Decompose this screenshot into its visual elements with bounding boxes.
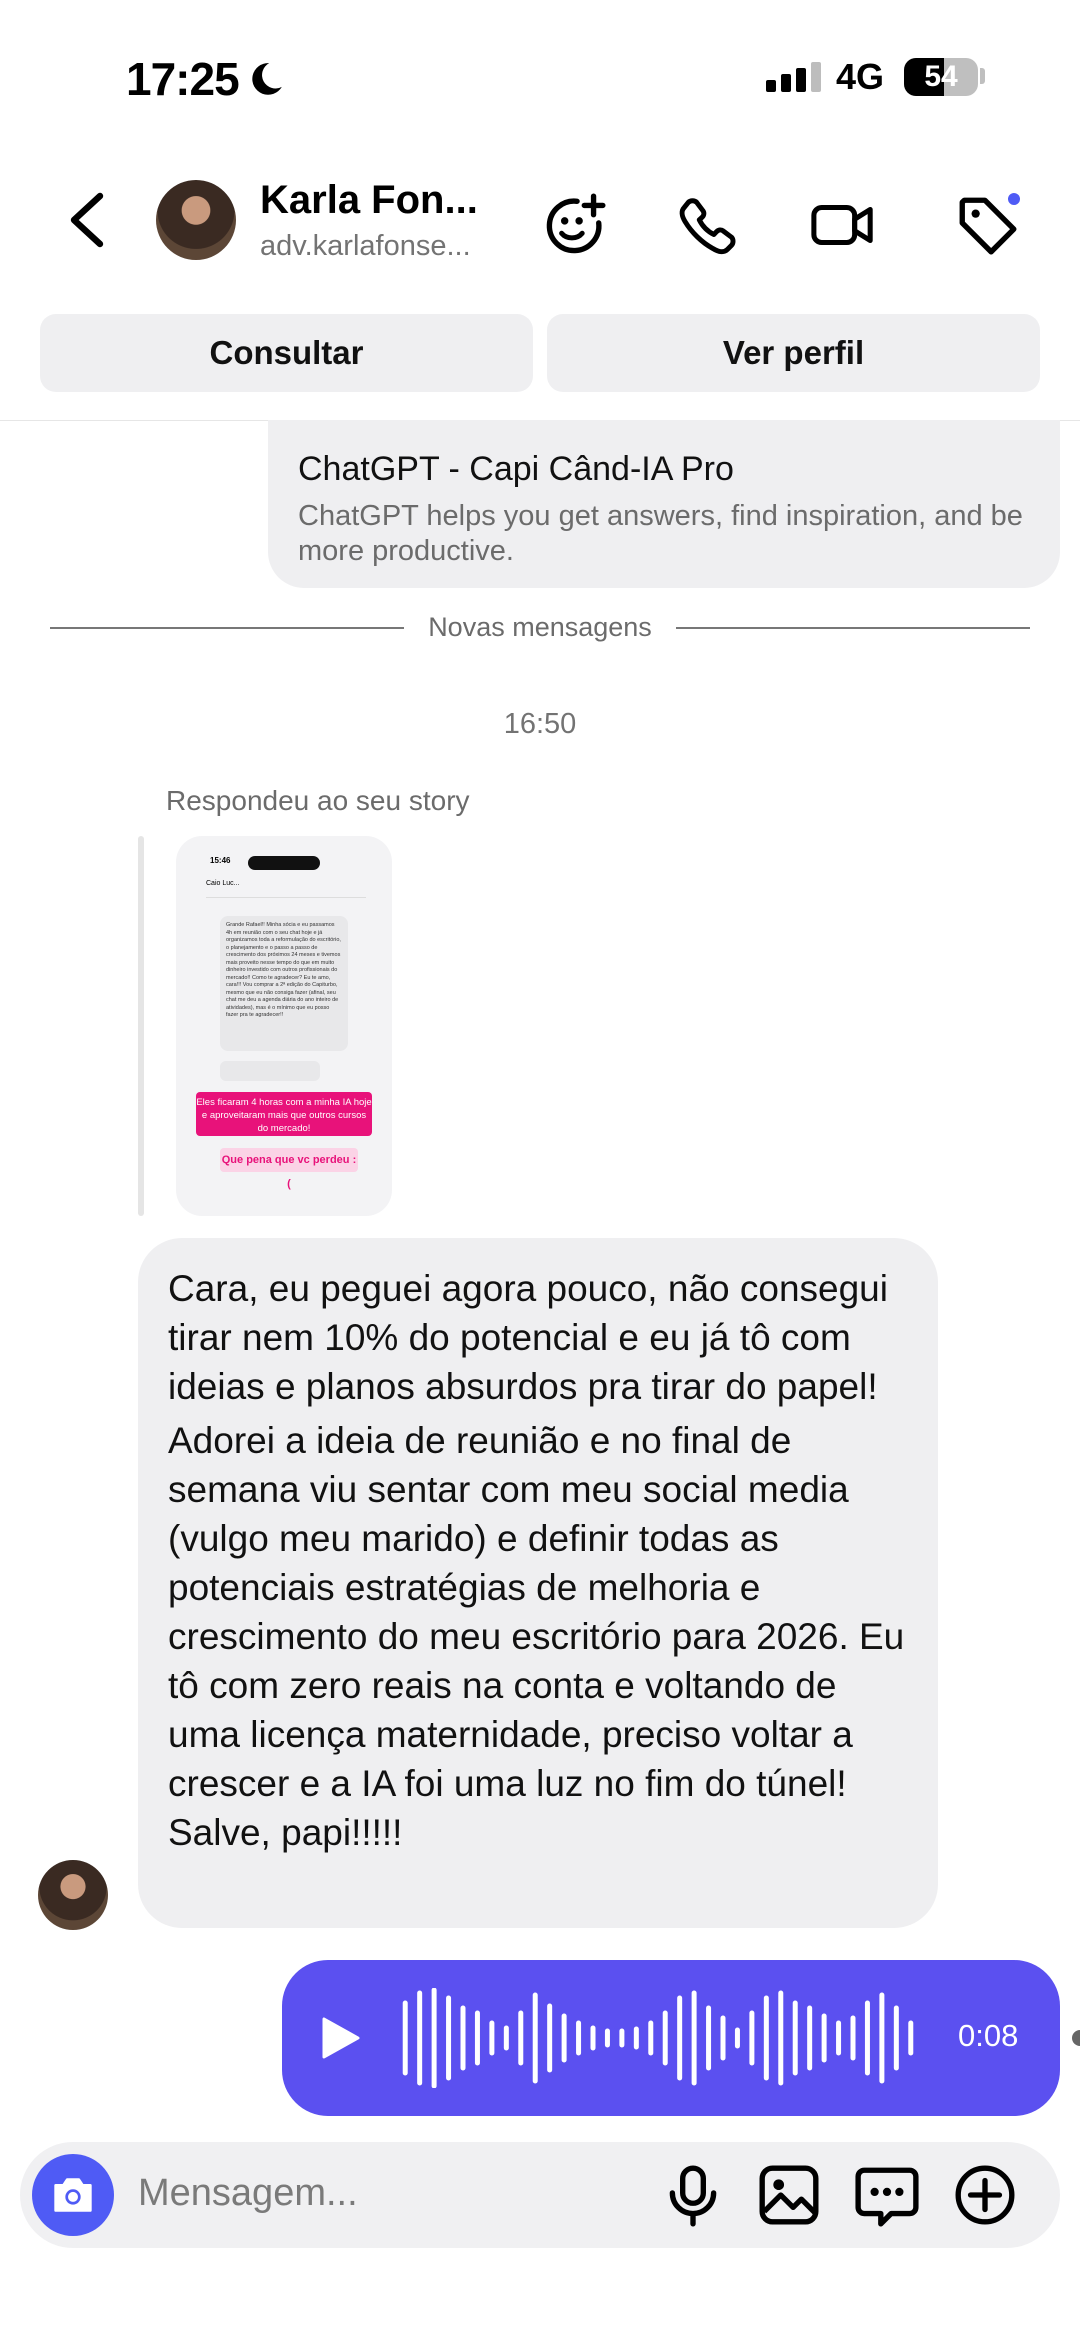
reply-quote-bar — [138, 836, 144, 1216]
video-call-icon[interactable] — [810, 192, 876, 258]
microphone-icon[interactable] — [660, 2162, 726, 2228]
status-bar: 17:25 4G 54 — [0, 0, 1080, 150]
story-thumb-time: 15:46 — [210, 856, 231, 865]
consult-button[interactable]: Consultar — [40, 314, 533, 392]
add-emoji-icon[interactable] — [542, 192, 608, 258]
battery-level: 54 — [924, 60, 958, 93]
story-thumb-reply — [220, 1061, 320, 1081]
message-paragraph: Cara, eu peguei agora pouco, não consegu… — [168, 1268, 888, 1407]
add-circle-icon[interactable] — [952, 2162, 1018, 2228]
new-messages-divider: Novas mensagens — [50, 612, 1030, 643]
story-thumb-question: Que pena que vc perdeu :( — [220, 1148, 358, 1190]
received-message-bubble[interactable]: Cara, eu peguei agora pouco, não consegu… — [138, 1238, 938, 1928]
story-thumb-highlight: Eles ficaram 4 horas com a minha IA hoje… — [196, 1092, 372, 1136]
link-preview-title: ChatGPT - Capi Când-IA Pro — [298, 450, 734, 488]
network-type: 4G — [836, 56, 885, 97]
voice-message-bubble[interactable]: 0:08 — [282, 1960, 1060, 2116]
new-messages-label: Novas mensagens — [428, 612, 652, 642]
profile-actions: Consultar Ver perfil — [40, 314, 1040, 392]
status-time: 17:25 — [126, 52, 285, 106]
battery-icon: 54 — [904, 58, 978, 96]
chat-header: Karla Fon... adv.karlafonse... — [0, 160, 1080, 280]
contact-username[interactable]: adv.karlafonse... — [260, 230, 471, 263]
sticker-message-icon[interactable] — [854, 2162, 920, 2228]
story-thumb-message: Grande Rafael!! Minha sócia e eu passamo… — [220, 916, 348, 1051]
status-time-text: 17:25 — [126, 53, 240, 105]
contact-name[interactable]: Karla Fon... — [260, 178, 478, 223]
message-paragraph: Adorei a ideia de reunião e no final de … — [168, 1420, 905, 1853]
story-reply-label: Respondeu ao seu story — [166, 785, 470, 816]
back-arrow-icon[interactable] — [60, 190, 112, 250]
sender-avatar[interactable] — [38, 1860, 108, 1930]
story-thumb-name: Caio Luc... — [206, 880, 240, 887]
phone-call-icon[interactable] — [676, 192, 742, 258]
link-preview-card[interactable]: ChatGPT - Capi Când-IA Pro ChatGPT helps… — [268, 420, 1060, 588]
story-thumb-header: Caio Luc... — [206, 880, 366, 898]
notification-dot — [1005, 190, 1023, 208]
link-preview-description: ChatGPT helps you get answers, find insp… — [298, 500, 1023, 567]
camera-button[interactable] — [32, 2154, 114, 2236]
message-input[interactable]: Mensagem... — [138, 2172, 358, 2215]
waveform[interactable] — [398, 1988, 918, 2088]
gallery-icon[interactable] — [756, 2162, 822, 2228]
contact-avatar[interactable] — [156, 180, 236, 260]
story-thumbnail[interactable]: 15:46 Caio Luc... Grande Rafael!! Minha … — [176, 836, 392, 1216]
signal-icon — [766, 62, 821, 92]
play-icon[interactable] — [320, 2016, 360, 2060]
voice-duration: 0:08 — [958, 2018, 1019, 2053]
message-composer: Mensagem... — [20, 2142, 1060, 2248]
view-profile-button[interactable]: Ver perfil — [547, 314, 1040, 392]
message-timestamp: 16:50 — [503, 708, 577, 740]
camera-icon — [54, 2178, 92, 2212]
moon-icon — [251, 63, 282, 95]
